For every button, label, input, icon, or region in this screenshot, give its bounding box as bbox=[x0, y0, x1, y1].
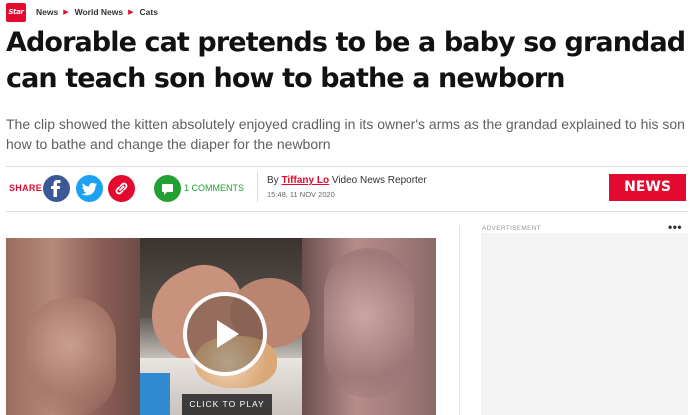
video-player[interactable]: CLICK TO PLAY bbox=[6, 238, 436, 415]
breadcrumb-news[interactable]: News bbox=[36, 7, 58, 17]
divider bbox=[6, 211, 688, 212]
author-link[interactable]: Tiffany Lo bbox=[281, 175, 329, 186]
twitter-share-button[interactable] bbox=[76, 175, 103, 202]
chevron-right-icon: ▶ bbox=[128, 9, 134, 16]
top-bar: Star News ▶ World News ▶ Cats bbox=[6, 2, 158, 22]
comment-bubble-icon bbox=[162, 184, 173, 195]
share-label: SHARE bbox=[9, 183, 43, 193]
divider bbox=[257, 172, 258, 202]
byline-prefix: By bbox=[267, 175, 279, 186]
publish-date: 15:48, 11 NOV 2020 bbox=[267, 190, 335, 199]
click-to-play-label[interactable]: CLICK TO PLAY bbox=[182, 394, 272, 415]
play-icon bbox=[217, 320, 239, 348]
link-icon bbox=[115, 182, 128, 195]
video-blur-left-highlight bbox=[26, 298, 116, 415]
article-headline: Adorable cat pretends to be a baby so gr… bbox=[6, 27, 686, 94]
play-button[interactable] bbox=[183, 292, 267, 376]
twitter-icon bbox=[81, 182, 97, 196]
byline: By Tiffany Lo Video News Reporter bbox=[267, 175, 427, 186]
comments-button[interactable] bbox=[154, 175, 181, 202]
ad-options-icon[interactable]: ••• bbox=[668, 220, 682, 234]
section-badge[interactable]: NEWS bbox=[609, 174, 686, 201]
video-blur-right-highlight bbox=[324, 248, 414, 398]
chevron-right-icon: ▶ bbox=[63, 9, 69, 16]
author-role: Video News Reporter bbox=[331, 175, 427, 186]
advertisement-slot[interactable] bbox=[481, 233, 688, 415]
article-standfirst: The clip showed the kitten absolutely en… bbox=[6, 116, 685, 152]
advertisement-label: ADVERTISEMENT bbox=[482, 225, 542, 232]
breadcrumb: News ▶ World News ▶ Cats bbox=[36, 7, 158, 17]
facebook-icon bbox=[51, 180, 61, 197]
site-logo[interactable]: Star bbox=[6, 2, 26, 22]
facebook-share-button[interactable] bbox=[43, 175, 70, 202]
breadcrumb-world-news[interactable]: World News bbox=[75, 7, 124, 17]
copy-link-button[interactable] bbox=[108, 175, 135, 202]
comments-count-link[interactable]: 1 COMMENTS bbox=[184, 183, 244, 193]
divider bbox=[6, 166, 688, 167]
breadcrumb-cats[interactable]: Cats bbox=[140, 7, 158, 17]
frame-basin bbox=[140, 373, 170, 415]
sidebar-divider bbox=[459, 226, 460, 415]
